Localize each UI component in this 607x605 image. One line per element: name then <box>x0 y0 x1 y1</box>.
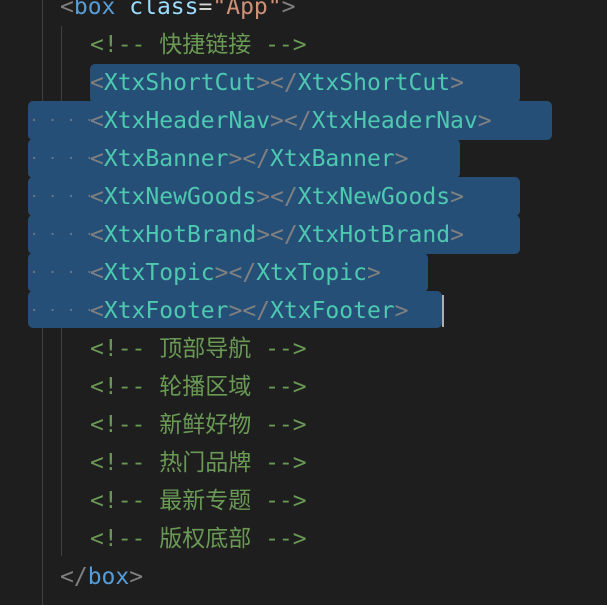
code-line-comment[interactable]: <!-- 版权底部 --> <box>0 520 307 558</box>
comment-text: <!-- 顶部导航 --> <box>90 336 307 362</box>
code-line-component[interactable]: ···· <XtxTopic></XtxTopic> <box>0 254 381 292</box>
component-close-tag: XtxBanner <box>270 146 395 172</box>
component-open-tag: XtxBanner <box>103 146 229 172</box>
open-bracket: < <box>60 0 74 20</box>
component-close-tag: XtxHotBrand <box>297 222 451 248</box>
open-tag-name: box <box>73 0 116 20</box>
code-line-component[interactable]: ···· <XtxHeaderNav></XtxHeaderNav> <box>0 102 492 140</box>
code-line-component[interactable]: ···· <XtxBanner></XtxBanner> <box>0 140 409 178</box>
code-line-comment[interactable]: <!-- 新鲜好物 --> <box>0 406 307 444</box>
comment-text: <!-- 新鲜好物 --> <box>90 412 307 438</box>
component-close-tag: XtxNewGoods <box>297 184 451 210</box>
code-line-component[interactable]: ···· <XtxNewGoods></XtxNewGoods> <box>0 178 464 216</box>
code-line-component[interactable]: ···· <XtxFooter></XtxFooter> <box>0 292 409 330</box>
comment-text: <!-- 版权底部 --> <box>90 526 307 552</box>
component-open-tag: XtxTopic <box>103 260 215 286</box>
component-open-tag: XtxHotBrand <box>103 222 257 248</box>
component-close-tag: XtxTopic <box>256 260 367 286</box>
comment-text: <!-- 最新专题 --> <box>90 488 307 514</box>
code-line-comment-shortcut[interactable]: <!-- 快捷链接 --> <box>0 26 307 64</box>
code-line-component[interactable]: <XtxShortCut></XtxShortCut> <box>0 64 464 102</box>
code-line-comment[interactable]: <!-- 轮播区域 --> <box>0 368 307 406</box>
code-line-comment[interactable]: <!-- 顶部导航 --> <box>0 330 307 368</box>
component-close-tag: XtxShortCut <box>297 70 451 96</box>
text-cursor <box>442 295 444 327</box>
attribute-name: class <box>129 0 199 20</box>
component-open-tag: XtxHeaderNav <box>103 108 271 134</box>
component-open-tag: XtxShortCut <box>103 70 257 96</box>
code-editor[interactable]: <box class="App"> <!-- 快捷链接 --> <XtxShor… <box>0 0 607 605</box>
component-open-tag: XtxNewGoods <box>103 184 257 210</box>
comment-text: <!-- 热门品牌 --> <box>90 450 307 476</box>
code-line-close-box[interactable]: </box> <box>0 558 143 596</box>
close-tag-name: box <box>87 564 130 590</box>
code-line-comment[interactable]: <!-- 最新专题 --> <box>0 482 307 520</box>
attribute-value: "App" <box>212 0 282 20</box>
code-line-component[interactable]: ···· <XtxHotBrand></XtxHotBrand> <box>0 216 464 254</box>
comment-shortcut: <!-- 快捷链接 --> <box>90 32 307 58</box>
component-close-tag: XtxFooter <box>270 298 395 324</box>
component-open-tag: XtxFooter <box>103 298 229 324</box>
comment-text: <!-- 轮播区域 --> <box>90 374 307 400</box>
code-line-comment[interactable]: <!-- 热门品牌 --> <box>0 444 307 482</box>
code-line-open-box[interactable]: <box class="App"> <box>0 0 295 26</box>
component-close-tag: XtxHeaderNav <box>311 108 478 134</box>
